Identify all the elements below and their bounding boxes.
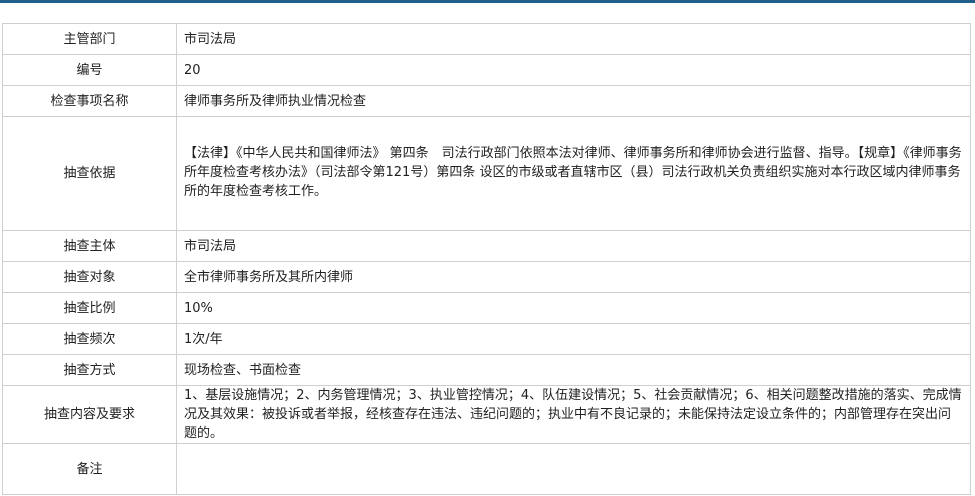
number-label: 编号 xyxy=(2,54,177,86)
table-row-method: 抽查方式 现场检查、书面检查 xyxy=(2,354,971,386)
frequency-value: 1次/年 xyxy=(176,323,971,355)
table-row-content: 抽查内容及要求 1、基层设施情况；2、内务管理情况；3、执业管控情况；4、队伍建… xyxy=(2,385,971,444)
target-value: 全市律师事务所及其所内律师 xyxy=(176,261,971,293)
method-label: 抽查方式 xyxy=(2,354,177,386)
table-row-target: 抽查对象 全市律师事务所及其所内律师 xyxy=(2,261,971,293)
table-row-number: 编号 20 xyxy=(2,54,971,86)
item-name-label: 检查事项名称 xyxy=(2,85,177,117)
basis-value-cell: 【法律】《中华人民共和国律师法》 第四条 司法行政部门依照本法对律师、律师事务所… xyxy=(176,116,971,231)
department-label: 主管部门 xyxy=(2,23,177,55)
ratio-label: 抽查比例 xyxy=(2,292,177,324)
table-row-basis: 抽查依据 【法律】《中华人民共和国律师法》 第四条 司法行政部门依照本法对律师、… xyxy=(2,116,971,231)
frequency-label: 抽查频次 xyxy=(2,323,177,355)
number-value: 20 xyxy=(176,54,971,86)
item-name-value: 律师事务所及律师执业情况检查 xyxy=(176,85,971,117)
method-value: 现场检查、书面检查 xyxy=(176,354,971,386)
content-value: 1、基层设施情况；2、内务管理情况；3、执业管控情况；4、队伍建设情况；5、社会… xyxy=(176,385,971,444)
basis-value: 【法律】《中华人民共和国律师法》 第四条 司法行政部门依照本法对律师、律师事务所… xyxy=(184,146,962,199)
target-label: 抽查对象 xyxy=(2,261,177,293)
table-row-ratio: 抽查比例 10% xyxy=(2,292,971,324)
basis-label: 抽查依据 xyxy=(2,116,177,231)
table-row-item-name: 检查事项名称 律师事务所及律师执业情况检查 xyxy=(2,85,971,117)
table-row-subject: 抽查主体 市司法局 xyxy=(2,230,971,262)
top-accent-bar xyxy=(0,0,975,3)
department-value: 市司法局 xyxy=(176,23,971,55)
remark-label: 备注 xyxy=(2,443,177,495)
content-label: 抽查内容及要求 xyxy=(2,385,177,444)
table-row-frequency: 抽查频次 1次/年 xyxy=(2,323,971,355)
ratio-value: 10% xyxy=(176,292,971,324)
table-row-remark: 备注 xyxy=(2,443,971,495)
subject-label: 抽查主体 xyxy=(2,230,177,262)
inspection-info-table: 主管部门 市司法局 编号 20 检查事项名称 律师事务所及律师执业情况检查 抽查… xyxy=(2,23,971,495)
remark-value xyxy=(176,443,971,495)
subject-value: 市司法局 xyxy=(176,230,971,262)
table-row-department: 主管部门 市司法局 xyxy=(2,23,971,55)
